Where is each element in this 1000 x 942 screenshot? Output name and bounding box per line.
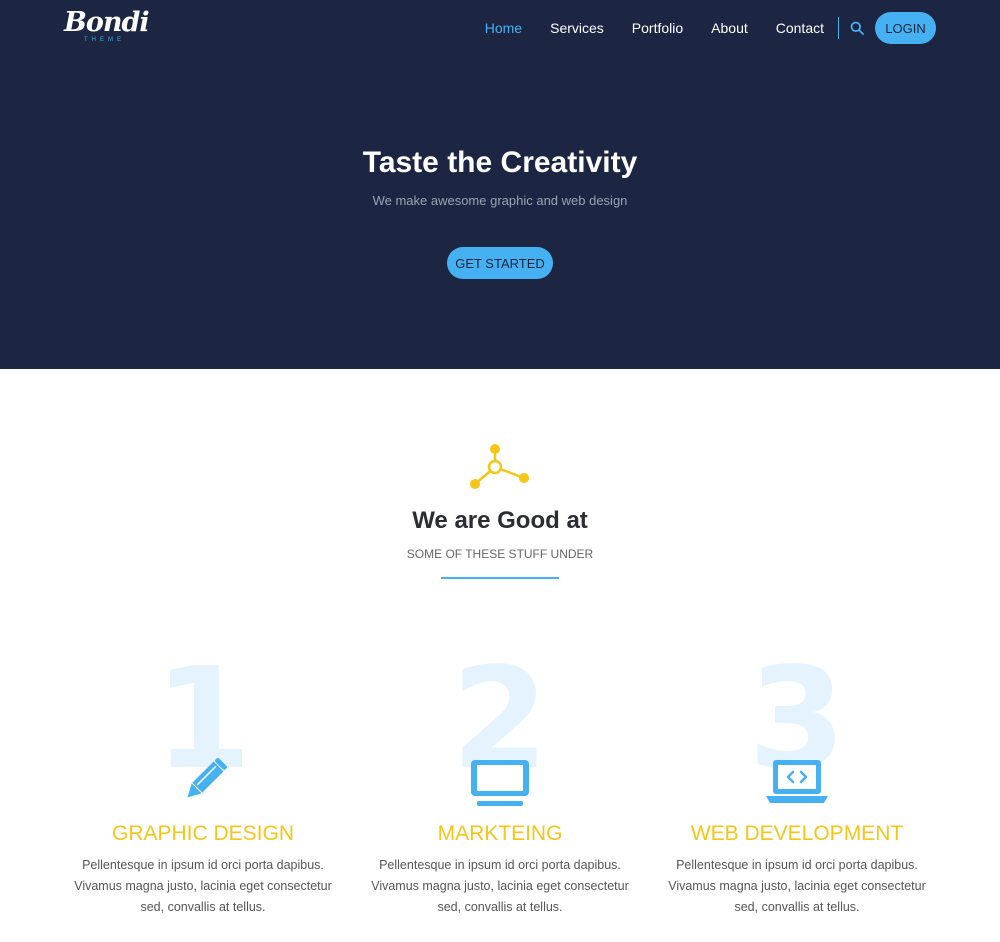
nav-home[interactable]: Home: [485, 20, 522, 36]
card-title: GRAPHIC DESIGN: [111, 822, 295, 845]
section-title: We are Good at: [412, 507, 588, 534]
section-subtitle: SOME OF THESE STUFF UNDER: [406, 547, 594, 561]
nav-contact[interactable]: Contact: [776, 20, 824, 36]
hero-subtitle: We make awesome graphic and web design: [372, 193, 628, 208]
card-text: Pellentesque in ipsum id orci porta dapi…: [74, 858, 332, 914]
section-underline: [441, 577, 559, 579]
logo[interactable]: Bondi THEME: [64, 7, 150, 48]
card-text: Pellentesque in ipsum id orci porta dapi…: [668, 858, 926, 914]
nav-about[interactable]: About: [711, 20, 748, 36]
nav-divider: [838, 17, 839, 39]
laptop-code-icon: [764, 755, 830, 809]
network-icon: [467, 440, 533, 492]
login-button[interactable]: LOGIN: [875, 12, 936, 44]
main-nav: Home Services Portfolio About Contact LO…: [457, 12, 936, 44]
get-started-button[interactable]: GET STARTED: [447, 247, 553, 279]
card-title: WEB DEVELOPMENT: [690, 822, 904, 845]
logo-script: Bondi: [64, 7, 150, 38]
service-card-graphic-design: 1 GRAPHIC DESIGN Pellentesque in ipsum i…: [53, 650, 353, 920]
hero-section: Bondi THEME Home Services Portfolio Abou…: [0, 0, 1000, 369]
nav-services[interactable]: Services: [550, 20, 604, 36]
hero-title: Taste the Creativity: [362, 146, 638, 179]
monitor-icon: [467, 755, 533, 809]
card-text: Pellentesque in ipsum id orci porta dapi…: [371, 858, 629, 914]
service-card-web-development: 3 WEB DEVELOPMENT Pellentesque in ipsum …: [647, 650, 947, 920]
search-icon[interactable]: [849, 20, 865, 36]
service-card-marketing: 2 MARKTEING Pellentesque in ipsum id orc…: [350, 650, 650, 920]
logo-subtitle: THEME: [84, 37, 125, 43]
pencil-icon: [170, 755, 236, 809]
nav-portfolio[interactable]: Portfolio: [632, 20, 683, 36]
card-title: MARKTEING: [437, 822, 563, 845]
